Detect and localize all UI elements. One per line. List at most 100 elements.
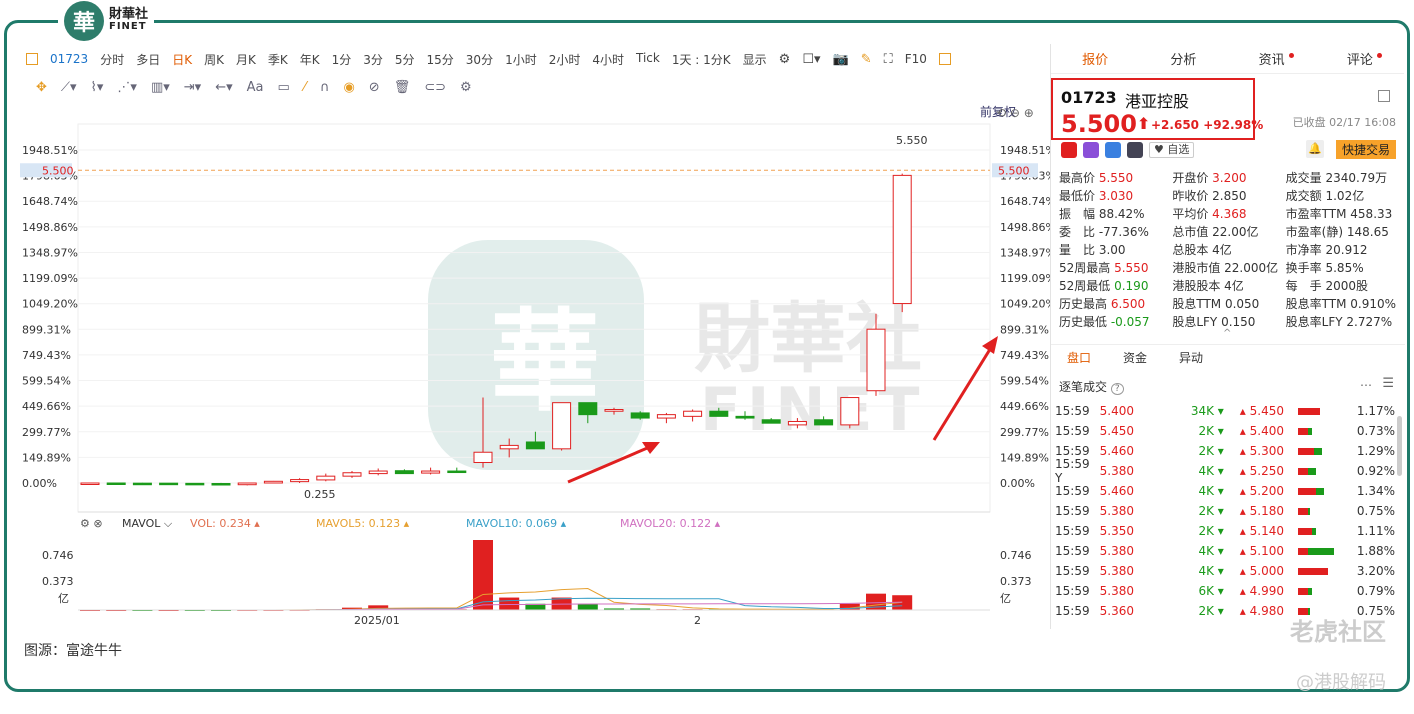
collapse-icon[interactable] <box>1378 90 1390 102</box>
period-item[interactable]: 15分 <box>421 51 460 68</box>
crosshair-icon[interactable]: ✥ <box>36 80 47 95</box>
period-item[interactable]: 5分 <box>389 51 421 68</box>
lock-icon[interactable]: ◉ <box>343 80 354 95</box>
add-favorite-button[interactable]: ♥ 自选 <box>1149 142 1195 158</box>
tick-cell: 15:59 <box>1055 604 1090 618</box>
line-tool-icon[interactable]: ⟋▾ <box>61 80 77 95</box>
panel-tab[interactable]: 报价 <box>1051 49 1139 68</box>
period-item[interactable]: 分时 <box>94 51 130 68</box>
candle-body <box>552 402 572 450</box>
tick-scrollbar[interactable] <box>1397 416 1402 476</box>
text-tool-icon[interactable]: Aa <box>247 80 264 95</box>
depth-tab[interactable]: 盘口 <box>1067 349 1091 368</box>
quick-trade-button[interactable]: 快捷交易 <box>1335 140 1396 159</box>
period-item[interactable]: 4小时 <box>586 51 630 68</box>
camera-icon[interactable]: 📷 <box>827 52 855 67</box>
bell-icon[interactable]: 🔔 <box>1306 140 1324 158</box>
help-icon[interactable]: ? <box>1110 383 1124 395</box>
layout-toggle-icon[interactable] <box>26 53 38 65</box>
period-item[interactable]: 2小时 <box>543 51 587 68</box>
tick-cell: 1.17% <box>1356 404 1395 418</box>
volume-mini-bar <box>1284 544 1352 558</box>
period-item[interactable]: 30分 <box>460 51 499 68</box>
tag-icon[interactable] <box>1105 142 1121 158</box>
hide-icon[interactable]: ⊘ <box>369 80 380 95</box>
stat-cell: 振 幅 88.42% <box>1059 206 1145 221</box>
tick-row: 15:59 5.460 4K ▾ ▴ 5.200 1.34% <box>1055 481 1395 501</box>
candle-body <box>106 482 126 485</box>
link-icon[interactable]: ⊂⊃ <box>424 80 446 95</box>
mavol-title[interactable]: MAVOL ⌵ <box>122 517 173 530</box>
y-tick-label-left: 299.77% <box>22 426 71 439</box>
tick-list[interactable]: 15:59 5.400 34K ▾ ▴ 5.450 1.17% 15:59 5.450 2K … <box>1055 401 1395 621</box>
candle-body <box>159 482 179 486</box>
kline-chart[interactable]: 前复权 ⟲ ⊖ ⊕ 華 財華社 FINET 1948.51%1948.51%17… <box>20 100 1056 640</box>
vol-tick-left: 0.746 <box>42 549 74 562</box>
mavol-legend-tools[interactable]: ⚙ ⊗ <box>80 517 103 530</box>
volume-mini-bar <box>1284 404 1352 418</box>
candle-body <box>185 482 205 486</box>
brush-icon[interactable]: ⁄ <box>304 80 306 95</box>
trash-icon[interactable]: 🗑 <box>394 80 411 95</box>
period-item[interactable]: 多日 <box>130 51 166 68</box>
y-tick-label-left: 1948.51% <box>22 144 78 157</box>
arrow-tool-icon[interactable]: ←▾ <box>215 80 232 95</box>
y-tick-label-left: 899.31% <box>22 323 71 336</box>
panel-toggle-icon[interactable] <box>938 53 951 65</box>
checkbox-icon[interactable]: ☐▾ <box>796 52 826 67</box>
stat-row: 历史最高 6.500 股息TTM 0.050 股息率TTM 0.910% <box>1059 294 1399 312</box>
period-item[interactable]: 季K <box>262 51 294 68</box>
period-toolbar: 01723 分时 多日 日K 周K 月K 季K 年K 1分 3分 5分 15分 30分 1小时 2小时 4小… <box>20 47 1045 71</box>
gear-icon[interactable]: ⚙ <box>460 80 472 95</box>
period-item[interactable]: Tick <box>630 51 666 68</box>
magnet-icon[interactable]: ∩ <box>320 80 330 95</box>
price-tag-right-text: 5.500 <box>998 164 1030 177</box>
stock-code-button[interactable]: 01723 <box>44 52 94 66</box>
note-icon[interactable] <box>1127 142 1143 158</box>
measure-tool-icon[interactable]: ⇥▾ <box>184 80 201 95</box>
period-item[interactable]: 3分 <box>357 51 389 68</box>
lightning-icon[interactable] <box>1083 142 1099 158</box>
reset-icon[interactable]: ⟲ ⊖ ⊕ <box>996 106 1034 120</box>
depth-tab[interactable]: 资金 <box>1123 349 1147 368</box>
candle-body <box>290 479 310 483</box>
tick-cell: ▴ 5.100 <box>1239 544 1284 558</box>
candle-body <box>342 472 362 477</box>
panel-tab[interactable]: 评论 <box>1316 49 1404 68</box>
chart-area[interactable]: 前复权 ⟲ ⊖ ⊕ 華 財華社 FINET 1948.51%1948.51%17… <box>20 100 1056 640</box>
f10-button[interactable]: F10 <box>899 52 933 66</box>
period-item[interactable]: 1小时 <box>499 51 543 68</box>
period-item[interactable]: 年K <box>294 51 326 68</box>
candle-body <box>211 483 231 486</box>
period-item[interactable]: 月K <box>230 51 262 68</box>
tick-row: 15:59 Y 5.380 4K ▾ ▴ 5.250 0.92% <box>1055 457 1395 485</box>
list-icon[interactable]: ☰ <box>1382 376 1394 391</box>
quote-price: 5.500 <box>1061 110 1137 138</box>
wave-tool-icon[interactable]: ⋰▾ <box>117 80 137 95</box>
tick-cell: 15:59 <box>1055 544 1090 558</box>
comment-tool-icon[interactable]: ▭ <box>277 80 289 95</box>
candle-body <box>421 470 441 474</box>
fullscreen-icon[interactable]: ⛶ <box>878 52 899 67</box>
period-item[interactable]: 周K <box>198 51 230 68</box>
period-item[interactable]: 显示 <box>737 51 773 68</box>
fib-tool-icon[interactable]: ▥▾ <box>151 80 170 95</box>
y-tick-label-right: 1648.74% <box>1000 195 1050 208</box>
tick-cell: 5.400 <box>1099 404 1134 418</box>
candle-body <box>447 470 467 474</box>
pencil-icon[interactable]: ✎ <box>855 52 878 67</box>
panel-tab[interactable]: 资讯 <box>1228 49 1316 68</box>
site-watermark: 老虎社区 <box>1290 618 1386 646</box>
tick-cell: 2K ▾ <box>1198 504 1224 518</box>
period-item[interactable]: 日K <box>166 51 198 68</box>
period-item[interactable]: 1分 <box>326 51 358 68</box>
stat-cell: 总股本 4亿 <box>1172 242 1232 257</box>
more-icon[interactable]: ⋯ <box>1360 378 1372 392</box>
polyline-tool-icon[interactable]: ⌇▾ <box>91 80 104 95</box>
depth-tab[interactable]: 异动 <box>1179 349 1203 368</box>
stat-cell: 52周最低 0.190 <box>1059 278 1149 293</box>
settings-icon[interactable]: ⚙ <box>773 52 797 67</box>
panel-tab[interactable]: 分析 <box>1139 49 1227 68</box>
expand-chevron-icon[interactable]: ^ <box>1223 328 1231 339</box>
period-item[interactable]: 1天 : 1分K <box>666 51 737 68</box>
